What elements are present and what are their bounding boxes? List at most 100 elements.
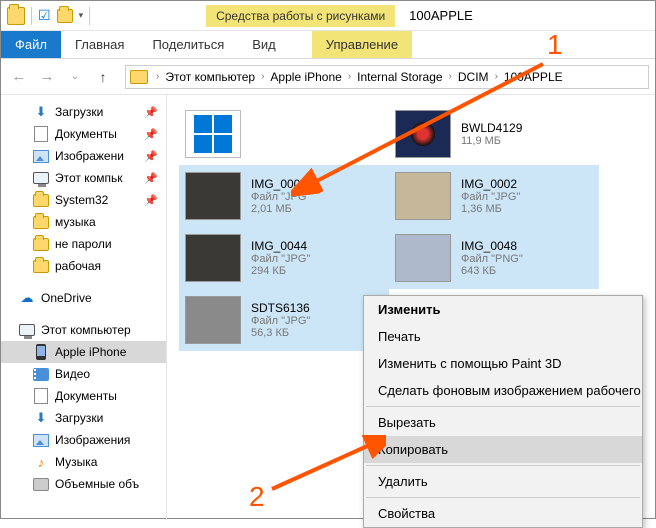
sidebar-item-apple-iphone[interactable]: Apple iPhone — [1, 341, 166, 363]
file-size: 643 КБ — [461, 265, 523, 277]
folder-icon — [130, 70, 148, 84]
tab-manage[interactable]: Управление — [312, 31, 412, 58]
sidebar-item-music-folder[interactable]: музыка — [1, 211, 166, 233]
document-icon — [33, 126, 49, 142]
quick-access-toolbar: ☑ ▾ — [1, 7, 96, 25]
sidebar-item-pictures[interactable]: Изображени📌 — [1, 145, 166, 167]
pin-icon: 📌 — [144, 172, 158, 185]
sidebar-item-label: Документы — [55, 389, 117, 403]
folder-icon — [33, 214, 49, 230]
sidebar-item-onedrive[interactable]: ☁ OneDrive — [1, 287, 166, 309]
file-type: Файл "JPG" — [251, 315, 310, 327]
folder-icon — [33, 192, 49, 208]
file-size: 2,01 МБ — [251, 203, 310, 215]
pc-icon — [33, 170, 49, 186]
menuitem-copy[interactable]: Копировать — [364, 436, 642, 463]
file-item[interactable]: IMG_0044 Файл "JPG" 294 КБ — [179, 227, 389, 289]
tab-file[interactable]: Файл — [1, 31, 61, 58]
file-name: IMG_0048 — [461, 239, 523, 253]
sidebar-item-label: музыка — [55, 215, 96, 229]
file-name: SDTS6136 — [251, 301, 310, 315]
sidebar-item-documents-lib[interactable]: Документы — [1, 385, 166, 407]
sidebar-item-music-lib[interactable]: ♪ Музыка — [1, 451, 166, 473]
breadcrumb-item[interactable]: Этот компьютер — [161, 70, 259, 84]
sidebar-item-volumes[interactable]: Объемные объ — [1, 473, 166, 495]
picture-icon — [33, 148, 49, 164]
checkbox-icon[interactable]: ☑ — [38, 7, 51, 24]
file-type: Файл "PNG" — [461, 253, 523, 265]
sidebar-item-thispc-quick[interactable]: Этот компьк 📌 — [1, 167, 166, 189]
history-chevron-icon[interactable]: ⌄ — [63, 65, 87, 89]
picture-icon — [33, 432, 49, 448]
video-icon — [33, 366, 49, 382]
sidebar-item-downloads-lib[interactable]: ⬇ Загрузки — [1, 407, 166, 429]
image-thumbnail — [395, 234, 451, 282]
onedrive-icon: ☁ — [19, 290, 35, 306]
download-icon: ⬇ — [33, 410, 49, 426]
tab-home[interactable]: Главная — [61, 31, 138, 58]
sidebar-item-pictures-lib[interactable]: Изображения — [1, 429, 166, 451]
image-thumbnail — [185, 172, 241, 220]
menuitem-properties[interactable]: Свойства — [364, 500, 642, 527]
menuitem-wallpaper[interactable]: Сделать фоновым изображением рабочего ст… — [364, 377, 642, 404]
phone-icon — [33, 344, 49, 360]
chevron-right-icon[interactable]: › — [154, 71, 161, 82]
back-button[interactable]: ← — [7, 65, 31, 89]
sidebar-item-downloads[interactable]: ⬇Загрузки📌 — [1, 101, 166, 123]
menuitem-print[interactable]: Печать — [364, 323, 642, 350]
document-icon — [33, 388, 49, 404]
sidebar-item-passwords[interactable]: не пароли — [1, 233, 166, 255]
up-button[interactable]: ↑ — [91, 65, 115, 89]
forward-button[interactable]: → — [35, 65, 59, 89]
folder-icon[interactable] — [7, 7, 25, 25]
sidebar-item-label: Документы — [55, 127, 117, 141]
file-item[interactable]: IMG_0048 Файл "PNG" 643 КБ — [389, 227, 599, 289]
sidebar-item-system32[interactable]: System32 📌 — [1, 189, 166, 211]
menuitem-cut[interactable]: Вырезать — [364, 409, 642, 436]
sidebar-item-label: Этот компьк — [55, 171, 123, 185]
menuitem-paint3d[interactable]: Изменить с помощью Paint 3D — [364, 350, 642, 377]
menuitem-delete[interactable]: Удалить — [364, 468, 642, 495]
qat-separator — [89, 7, 90, 25]
file-item[interactable]: SDTS6136 Файл "JPG" 56,3 КБ — [179, 289, 389, 351]
music-icon: ♪ — [33, 454, 49, 470]
sidebar-item-label: Видео — [55, 367, 90, 381]
file-size: 56,3 КБ — [251, 327, 310, 339]
chevron-right-icon[interactable]: › — [259, 71, 266, 82]
sidebar-item-label: System32 — [55, 193, 108, 207]
sidebar-item-label: Загрузки — [55, 105, 103, 119]
sidebar-item-label: Объемные объ — [55, 477, 139, 491]
sidebar-item-label: Загрузки — [55, 411, 103, 425]
pin-icon: 📌 — [144, 150, 158, 163]
drive-thumbnail — [185, 110, 241, 158]
sidebar-item-documents[interactable]: Документы 📌 — [1, 123, 166, 145]
pin-icon: 📌 — [144, 128, 158, 141]
drive-icon — [33, 476, 49, 492]
menu-separator — [366, 406, 640, 407]
menu-separator — [366, 497, 640, 498]
sidebar-item-label: Изображения — [55, 433, 130, 447]
file-type: Файл "JPG" — [251, 253, 310, 265]
folder-icon[interactable] — [57, 9, 73, 23]
menu-separator — [366, 465, 640, 466]
picture-tools-context: Средства работы с рисунками — [206, 5, 395, 27]
annotation-arrow-1 — [291, 56, 551, 196]
tab-view[interactable]: Вид — [238, 31, 290, 58]
folder-icon — [33, 258, 49, 274]
sidebar-item-label: не пароли — [55, 237, 112, 251]
image-thumbnail — [185, 296, 241, 344]
sidebar-item-label: рабочая — [55, 259, 101, 273]
sidebar-item-work[interactable]: рабочая — [1, 255, 166, 277]
pin-icon: 📌 — [144, 194, 158, 207]
window-title: 100APPLE — [395, 8, 487, 23]
sidebar-item-thispc[interactable]: Этот компьютер — [1, 319, 166, 341]
context-menu: Изменить Печать Изменить с помощью Paint… — [363, 295, 643, 528]
annotation-number-2: 2 — [249, 481, 265, 513]
chevron-down-icon[interactable]: ▾ — [79, 10, 84, 21]
sidebar-item-label: Музыка — [55, 455, 97, 469]
sidebar-item-label: OneDrive — [41, 291, 92, 305]
sidebar-item-video[interactable]: Видео — [1, 363, 166, 385]
tab-share[interactable]: Поделиться — [138, 31, 238, 58]
file-name: IMG_0044 — [251, 239, 310, 253]
menuitem-edit[interactable]: Изменить — [364, 296, 642, 323]
